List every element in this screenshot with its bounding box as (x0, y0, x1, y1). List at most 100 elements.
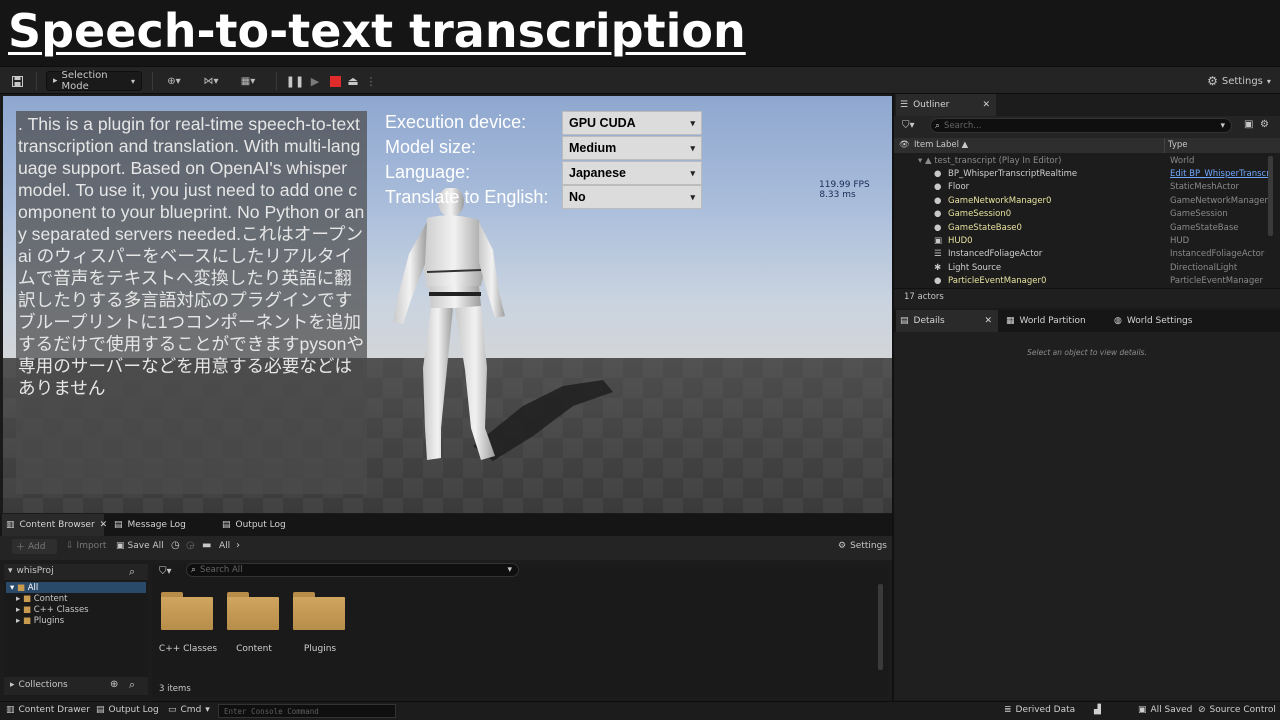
asset-search-input[interactable]: ⌕ Search All ▾ (186, 563, 519, 577)
outliner-row-label[interactable]: Light Source (948, 263, 1001, 273)
folder-label: Plugins (303, 644, 337, 654)
outliner-row-label[interactable]: GameStateBase0 (948, 223, 1022, 233)
selection-mode-dropdown[interactable]: ▸ Selection Mode ▾ (46, 70, 142, 92)
outliner-row-label[interactable]: ParticleEventManager0 (948, 276, 1046, 286)
console-input[interactable]: Enter Console Command (218, 704, 396, 718)
content-browser: ▥ Content Browser ✕ ▤ Message Log ▤ Outp… (0, 514, 892, 701)
gear-icon[interactable]: ⚙ (1260, 119, 1269, 130)
cinematics-button[interactable]: ▦▾ (234, 71, 262, 91)
dropdown-arrow-icon: ▾ (690, 118, 695, 128)
outliner-row-label[interactable]: GameNetworkManager0 (948, 196, 1051, 206)
close-icon[interactable]: ✕ (982, 100, 990, 110)
search-icon[interactable]: ⌕ (129, 678, 135, 692)
tab-outliner[interactable]: ☰ Outliner ✕ (896, 94, 996, 116)
import-icon: ⇩ (66, 541, 74, 551)
save-all-button[interactable]: ▣ Save All (116, 541, 164, 551)
tab-message-log[interactable]: ▤ Message Log (114, 514, 186, 536)
outliner-row-label[interactable]: HUD0 (948, 236, 973, 246)
chevron-right-icon[interactable]: › (236, 540, 240, 551)
output-log-button[interactable]: ▤ Output Log (96, 705, 159, 715)
outliner-root-row[interactable]: ▾ ▲ test_transcript (Play In Editor) (918, 156, 1061, 166)
tab-content-browser[interactable]: ▥ Content Browser ✕ (2, 514, 107, 536)
content-drawer-button[interactable]: ▥ Content Drawer (6, 705, 90, 715)
language-dropdown[interactable]: Japanese ▾ (562, 161, 702, 185)
save-button[interactable] (8, 71, 26, 91)
stop-button[interactable] (326, 71, 344, 91)
asset-view (152, 564, 888, 697)
stop-icon (329, 75, 341, 87)
outliner-row-label[interactable]: BP_WhisperTranscriptRealtime (948, 169, 1077, 179)
level-viewport[interactable]: . This is a plugin for real-time speech-… (3, 96, 892, 513)
add-actor-button[interactable]: ⊕▾ (160, 71, 188, 91)
tab-output-log[interactable]: ▤ Output Log (222, 514, 286, 536)
outliner-row-type: InstancedFoliageActor (1170, 249, 1265, 260)
language-label: Language: (385, 162, 471, 182)
asset-scrollbar[interactable] (878, 584, 883, 670)
item-count: 3 items (159, 684, 191, 694)
save-icon (11, 75, 23, 87)
collections-section[interactable]: ▸ Collections (10, 680, 68, 690)
page-title: Speech-to-text transcription (8, 4, 746, 58)
add-button[interactable]: ＋ Add (12, 539, 57, 554)
dropdown-arrow-icon: ▾ (690, 143, 695, 153)
outliner-row-label[interactable]: GameSession0 (948, 209, 1011, 219)
history-back-icon[interactable]: ◷ (171, 540, 180, 551)
folder-plugins[interactable] (293, 592, 345, 630)
outliner-row-type: GameStateBase (1170, 222, 1239, 233)
close-icon[interactable]: ✕ (100, 520, 108, 530)
transcript-text: . This is a plugin for real-time speech-… (18, 114, 368, 398)
eject-icon: ⏏ (347, 74, 359, 88)
project-root[interactable]: ▾ whisProj (8, 566, 54, 576)
light-icon: ✱ (934, 262, 942, 273)
stats-icon[interactable]: ▟ (1094, 705, 1101, 715)
blueprint-button[interactable]: ⋈▾ (196, 71, 226, 91)
col-type[interactable]: Type (1168, 140, 1188, 150)
kebab-icon: ⋮ (365, 74, 377, 88)
tree-item-cpp-classes[interactable]: ▸ ■ C++ Classes (16, 605, 89, 615)
cube-icon: ● (934, 182, 942, 193)
output-log-icon: ▤ (222, 520, 231, 530)
step-button[interactable]: ▶ (306, 71, 324, 91)
filter-icon[interactable]: ⛉▾ (902, 120, 915, 131)
all-saved-button[interactable]: ▣ All Saved (1138, 705, 1192, 715)
cmd-dropdown[interactable]: ▭ Cmd ▾ (168, 705, 210, 715)
settings-button[interactable]: ⚙ Settings ▾ (1206, 71, 1272, 91)
close-icon[interactable]: ✕ (984, 316, 992, 326)
search-icon[interactable]: ⌕ (129, 565, 135, 579)
content-settings-button[interactable]: ⚙ Settings (838, 541, 887, 551)
outliner-row-label[interactable]: InstancedFoliageActor (948, 249, 1042, 259)
folder-content[interactable] (227, 592, 279, 630)
derived-data-button[interactable]: ≣ Derived Data (1004, 705, 1075, 715)
tab-world-settings[interactable]: ◍ World Settings (1114, 310, 1192, 332)
history-forward-icon[interactable]: ◶ (186, 540, 195, 551)
breadcrumb-all[interactable]: All (219, 541, 230, 551)
execution-device-dropdown[interactable]: GPU CUDA ▾ (562, 111, 702, 135)
edit-blueprint-link[interactable]: Edit BP_WhisperTranscri (1170, 169, 1272, 179)
translate-dropdown[interactable]: No ▾ (562, 185, 702, 209)
chevron-down-icon: ▾ (205, 705, 210, 715)
tree-item-plugins[interactable]: ▸ ■ Plugins (16, 616, 64, 626)
tab-world-partition[interactable]: ▦ World Partition (1006, 310, 1086, 332)
outliner-scrollbar[interactable] (1268, 156, 1273, 236)
visibility-icon[interactable]: 👁 (899, 140, 910, 150)
import-button[interactable]: ⇩ Import (66, 541, 106, 551)
outliner-search-input[interactable]: ⌕ Search... ▾ (930, 118, 1232, 133)
folder-cpp-classes[interactable] (161, 592, 213, 630)
add-folder-icon[interactable]: ▣ (1244, 119, 1253, 130)
add-collection-icon[interactable]: ⊕ (110, 679, 118, 690)
source-control-button[interactable]: ⊘ Source Control (1198, 705, 1276, 715)
col-item-label[interactable]: Item Label ▲ (914, 140, 968, 150)
step-icon: ▶ (310, 74, 320, 88)
more-options-button[interactable]: ⋮ (364, 71, 378, 91)
pause-button[interactable]: ❚❚ (286, 71, 304, 91)
outliner-row-label[interactable]: Floor (948, 182, 969, 192)
terminal-icon: ▭ (168, 705, 177, 715)
model-size-dropdown[interactable]: Medium ▾ (562, 136, 702, 160)
chevron-down-icon: ▾ (130, 76, 135, 86)
tree-item-content[interactable]: ▸ ■ Content (16, 594, 68, 604)
tab-details[interactable]: ▤ Details ✕ (896, 310, 998, 332)
eject-button[interactable]: ⏏ (344, 71, 362, 91)
drawer-icon: ▥ (6, 705, 15, 715)
filter-icon[interactable]: ⛉▾ (159, 566, 172, 577)
search-icon: ⌕ (191, 565, 197, 575)
